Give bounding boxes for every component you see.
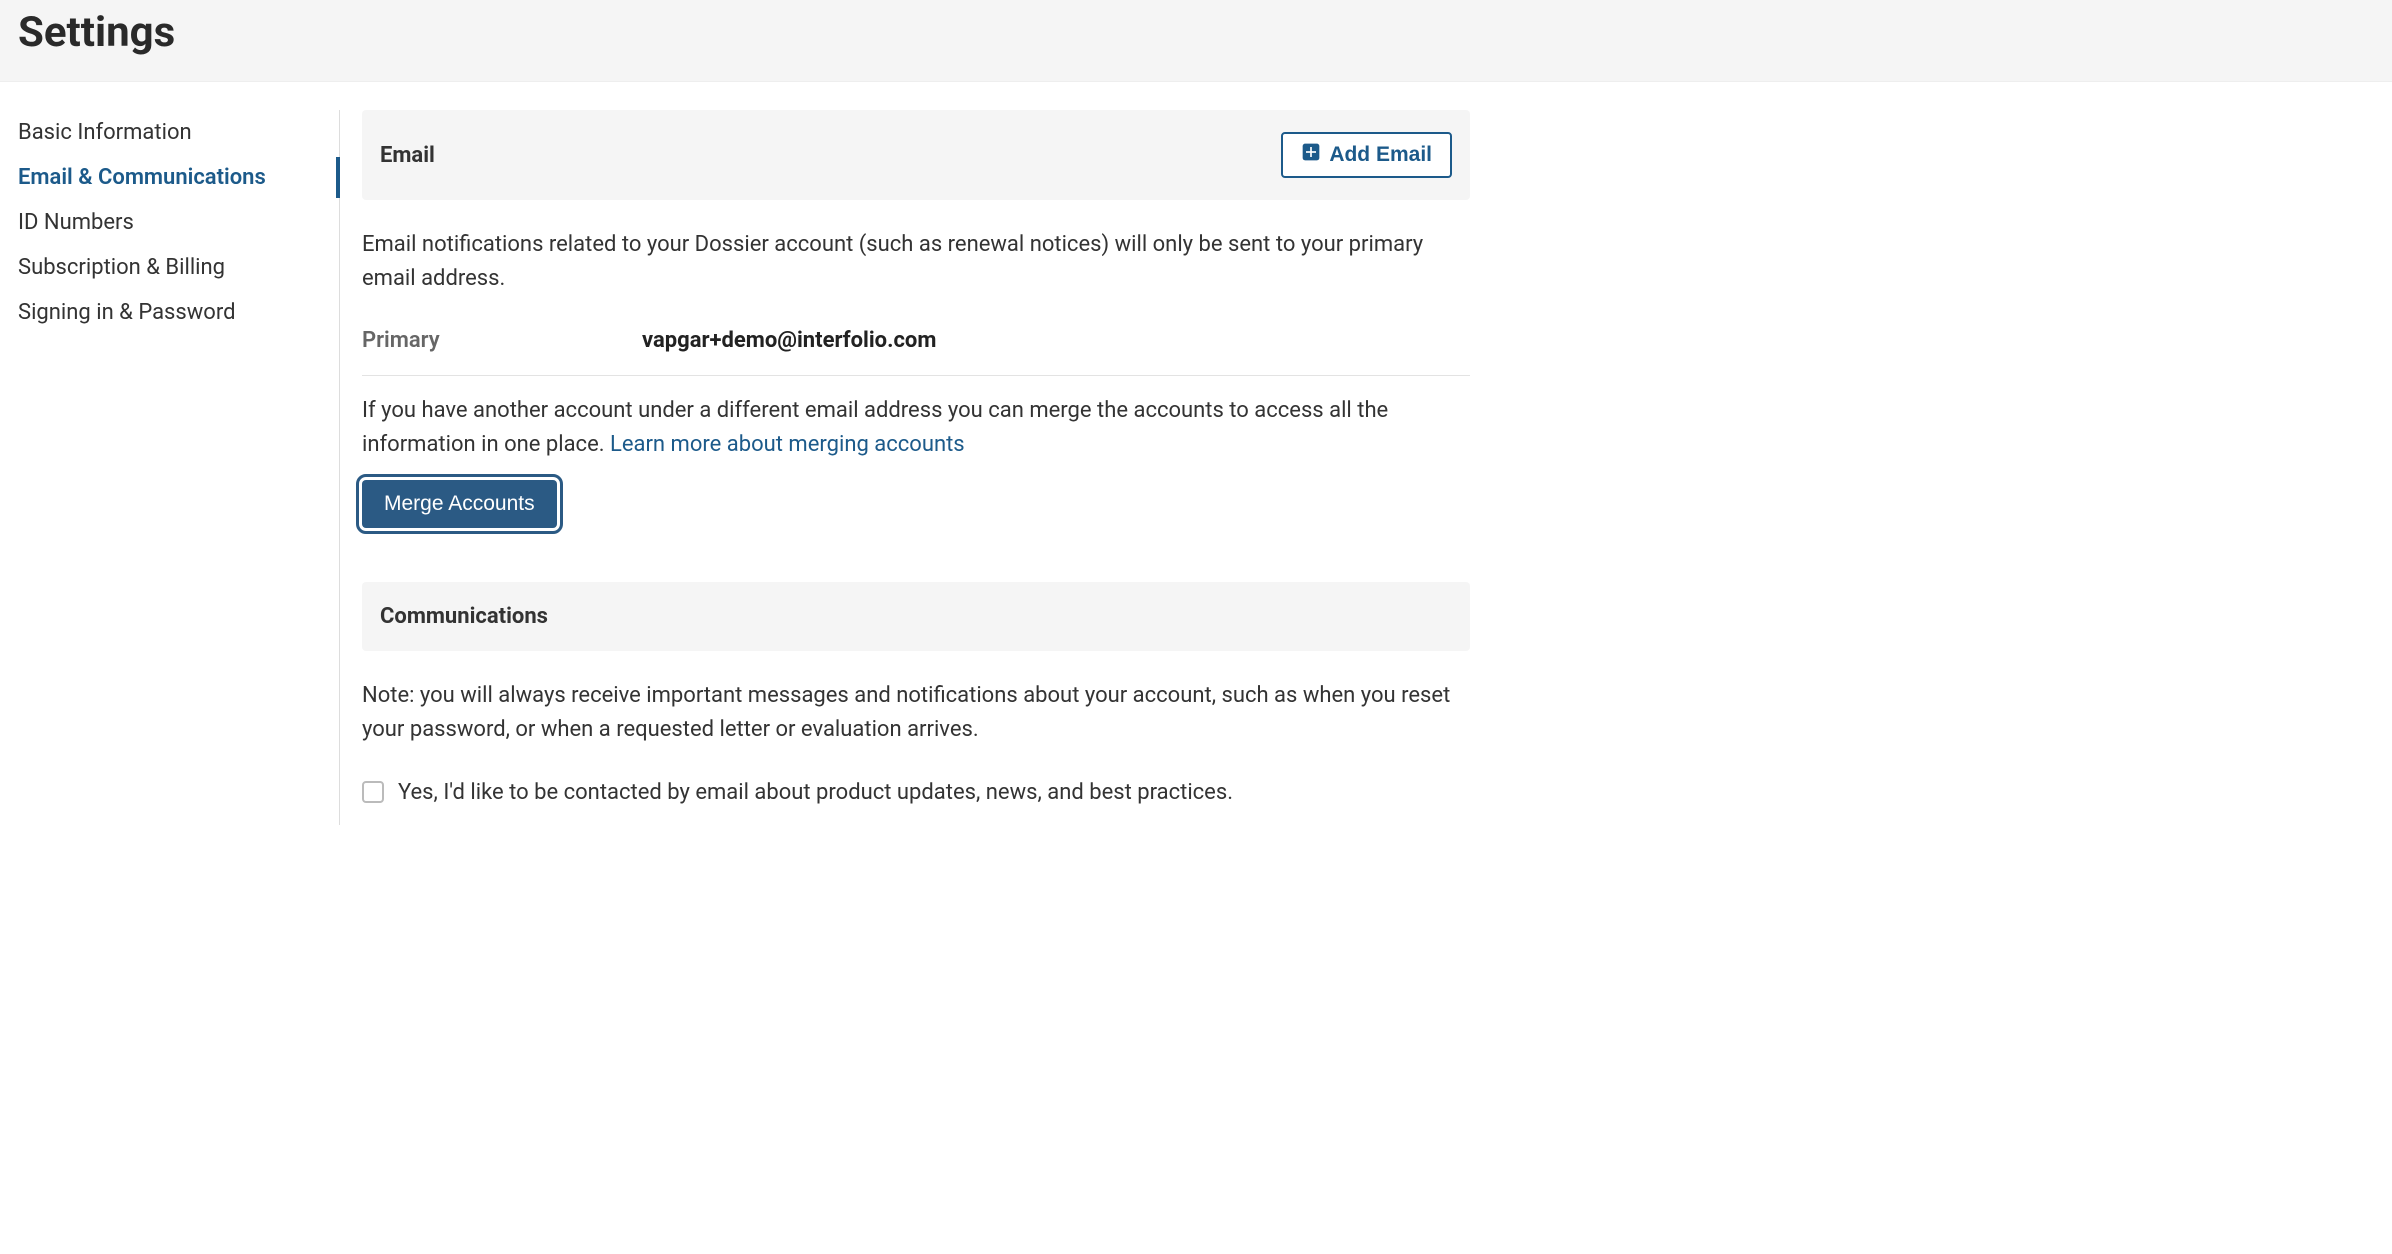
sidebar-item-email-communications[interactable]: Email & Communications: [18, 155, 329, 200]
opt-in-label: Yes, I'd like to be contacted by email a…: [398, 780, 1233, 805]
sidebar-item-signing-password[interactable]: Signing in & Password: [18, 290, 329, 335]
content-area: Email Add Email Email notifications rela…: [340, 110, 1480, 825]
sidebar-item-label: ID Numbers: [18, 210, 134, 235]
email-section-body: Email notifications related to your Doss…: [362, 200, 1470, 538]
sidebar-item-id-numbers[interactable]: ID Numbers: [18, 200, 329, 245]
communications-heading: Communications: [380, 604, 548, 629]
sidebar-item-label: Signing in & Password: [18, 300, 236, 325]
merge-description: If you have another account under a diff…: [362, 394, 1470, 462]
primary-email-value: vapgar+demo@interfolio.com: [642, 328, 936, 353]
learn-more-merge-link[interactable]: Learn more about merging accounts: [610, 432, 965, 457]
page-title: Settings: [18, 8, 2374, 57]
sidebar-item-label: Basic Information: [18, 120, 192, 145]
email-panel-header: Email Add Email: [362, 110, 1470, 200]
add-email-button[interactable]: Add Email: [1281, 132, 1452, 178]
sidebar-item-basic-information[interactable]: Basic Information: [18, 110, 329, 155]
sidebar-item-subscription-billing[interactable]: Subscription & Billing: [18, 245, 329, 290]
communications-section-body: Note: you will always receive important …: [362, 651, 1470, 824]
merge-accounts-button[interactable]: Merge Accounts: [362, 480, 557, 528]
opt-in-row: Yes, I'd like to be contacted by email a…: [362, 770, 1470, 815]
email-heading: Email: [380, 143, 435, 168]
communications-note: Note: you will always receive important …: [362, 679, 1470, 747]
communications-panel-header: Communications: [362, 582, 1470, 651]
sidebar-item-label: Subscription & Billing: [18, 255, 225, 280]
main-layout: Basic Information Email & Communications…: [0, 82, 2392, 825]
add-email-label: Add Email: [1329, 143, 1432, 167]
sidebar-item-label: Email & Communications: [18, 165, 266, 190]
email-description: Email notifications related to your Doss…: [362, 228, 1470, 296]
header-bar: Settings: [0, 0, 2392, 82]
primary-email-label: Primary: [362, 328, 642, 353]
settings-sidebar: Basic Information Email & Communications…: [0, 110, 340, 825]
opt-in-checkbox[interactable]: [362, 781, 384, 803]
primary-email-row: Primary vapgar+demo@interfolio.com: [362, 318, 1470, 376]
plus-icon: [1301, 142, 1321, 168]
